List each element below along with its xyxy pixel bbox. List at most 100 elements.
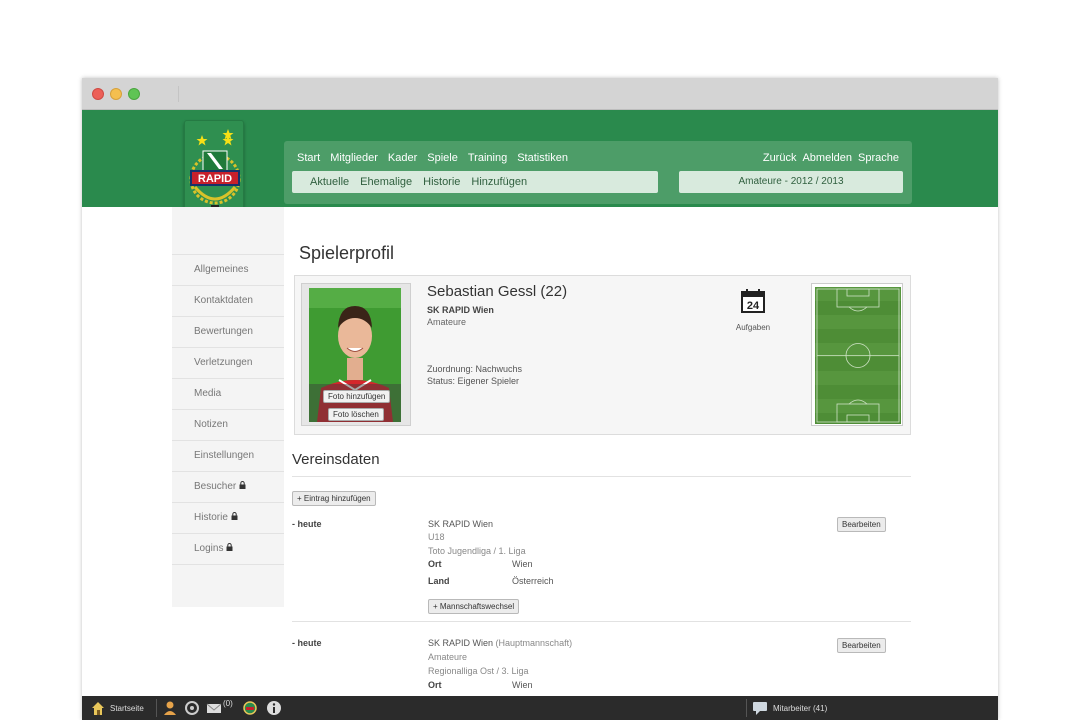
entry-club-name: SK RAPID Wien	[428, 638, 494, 648]
entry-club: SK RAPID Wien	[428, 519, 493, 529]
sidebar-item-label: Historie	[194, 512, 228, 523]
delete-photo-button[interactable]: Foto löschen	[328, 408, 384, 421]
entry-club-suffix: (Hauptmannschaft)	[493, 638, 573, 648]
entry-team: Amateure	[428, 652, 468, 662]
entry-ort-value: Wien	[512, 680, 533, 690]
sidebar-item-label: Einstellungen	[194, 450, 255, 461]
chat-icon[interactable]	[752, 700, 768, 716]
player-photo-frame: Foto hinzufügen Foto löschen	[301, 283, 411, 426]
taskbar-divider	[156, 699, 157, 717]
taskbar-divider	[746, 699, 747, 717]
entry-league: Regionalliga Ost / 3. Liga	[428, 666, 529, 676]
main-navigation: Start Mitglieder Kader Spiele Training S…	[284, 141, 912, 204]
maximize-window-button[interactable]	[128, 88, 140, 100]
sidebar-item-allgemeines[interactable]: Allgemeines	[172, 254, 284, 285]
nav-sprache[interactable]: Sprache	[858, 152, 899, 164]
nav-main-menu: Start Mitglieder Kader Spiele Training S…	[297, 152, 568, 164]
player-team-type: Amateure	[427, 317, 467, 327]
sidebar-item-label: Notizen	[194, 419, 228, 430]
player-name: Sebastian Gessl (22)	[427, 283, 568, 300]
calendar-day: 24	[747, 300, 760, 312]
subnav-hinzufuegen[interactable]: Hinzufügen	[471, 176, 527, 188]
nav-start[interactable]: Start	[297, 152, 320, 164]
sidebar-item-label: Bewertungen	[194, 326, 253, 337]
tasks-label[interactable]: Aufgaben	[725, 323, 781, 332]
add-entry-button[interactable]: + Eintrag hinzufügen	[292, 491, 376, 506]
sidebar-item-media[interactable]: Media	[172, 378, 284, 409]
lock-icon	[226, 543, 233, 551]
titlebar-divider	[178, 86, 179, 102]
player-assignment: Zuordnung: Nachwuchs	[427, 364, 523, 374]
sidebar-item-label: Kontaktdaten	[194, 295, 253, 306]
home-icon[interactable]	[90, 700, 106, 716]
lock-icon	[231, 512, 238, 520]
section-divider	[292, 476, 911, 477]
nav-abmelden[interactable]: Abmelden	[802, 152, 852, 164]
calendar-icon[interactable]: 24	[740, 288, 766, 314]
sidebar-item-besucher[interactable]: Besucher	[172, 471, 284, 502]
edit-entry-button[interactable]: Bearbeiten	[837, 638, 886, 653]
sidebar-item-verletzungen[interactable]: Verletzungen	[172, 347, 284, 378]
window-titlebar	[82, 78, 998, 110]
position-pitch[interactable]	[811, 283, 903, 426]
nav-zurueck[interactable]: Zurück	[763, 152, 797, 164]
mail-icon[interactable]	[206, 700, 222, 716]
entry-club-name: SK RAPID Wien	[428, 519, 494, 529]
sidebar-item-label: Logins	[194, 543, 224, 554]
sidebar-item-notizen[interactable]: Notizen	[172, 409, 284, 440]
section-title-vereinsdaten: Vereinsdaten	[292, 451, 380, 468]
player-profile-card: Foto hinzufügen Foto löschen Sebastian G…	[294, 275, 911, 435]
entry-club: SK RAPID Wien (Hauptmannschaft)	[428, 638, 572, 648]
lock-icon	[239, 481, 246, 489]
info-icon[interactable]	[266, 700, 282, 716]
subnav-historie[interactable]: Historie	[423, 176, 460, 188]
nav-training[interactable]: Training	[468, 152, 507, 164]
user-icon[interactable]	[162, 700, 178, 716]
subnav-bar: Aktuelle Ehemalige Historie Hinzufügen	[292, 171, 658, 193]
subnav-ehemalige[interactable]: Ehemalige	[360, 176, 412, 188]
home-link[interactable]: Startseite	[110, 704, 144, 713]
entry-land-value: Österreich	[512, 576, 554, 586]
minimize-window-button[interactable]	[110, 88, 122, 100]
entry-ort-label: Ort	[428, 559, 442, 569]
sidebar-item-einstellungen[interactable]: Einstellungen	[172, 440, 284, 471]
season-selector[interactable]: Amateure - 2012 / 2013	[679, 171, 903, 193]
entry-ort-value: Wien	[512, 559, 533, 569]
subnav-aktuelle[interactable]: Aktuelle	[310, 176, 349, 188]
sidebar-item-historie[interactable]: Historie	[172, 502, 284, 533]
page-title: Spielerprofil	[299, 243, 395, 263]
entry-league: Toto Jugendliga / 1. Liga	[428, 546, 526, 556]
staff-link[interactable]: Mitarbeiter (41)	[773, 704, 827, 713]
add-photo-button[interactable]: Foto hinzufügen	[323, 390, 391, 403]
player-status: Status: Eigener Spieler	[427, 376, 520, 386]
nav-mitglieder[interactable]: Mitglieder	[330, 152, 378, 164]
nav-statistiken[interactable]: Statistiken	[517, 152, 568, 164]
sidebar-item-bewertungen[interactable]: Bewertungen	[172, 316, 284, 347]
profile-sidebar: Allgemeines Kontaktdaten Bewertungen Ver…	[172, 207, 284, 607]
browser-window: RAPID Start Mitglieder Kader Spiele Trai…	[82, 78, 998, 720]
bottom-taskbar: Startseite (0) Mitarbeiter (41)	[82, 696, 998, 720]
sidebar-item-label: Media	[194, 388, 222, 399]
entry-land-label: Land	[428, 576, 450, 586]
team-change-button[interactable]: + Mannschaftswechsel	[428, 599, 520, 614]
nav-right-menu: Zurück Abmelden Sprache	[763, 152, 899, 164]
entry-ort-label: Ort	[428, 680, 442, 690]
edit-entry-button[interactable]: Bearbeiten	[837, 517, 886, 532]
logo-text: RAPID	[198, 173, 232, 185]
sidebar-item-logins[interactable]: Logins	[172, 533, 284, 565]
player-photo: Foto hinzufügen Foto löschen	[309, 288, 401, 422]
sidebar-item-kontaktdaten[interactable]: Kontaktdaten	[172, 285, 284, 316]
close-window-button[interactable]	[92, 88, 104, 100]
nav-spiele[interactable]: Spiele	[427, 152, 458, 164]
entry-divider	[292, 621, 911, 622]
mail-count: (0)	[223, 699, 233, 708]
entry-team: U18	[428, 532, 445, 542]
entry-period: - heute	[292, 638, 322, 648]
club-badge-icon[interactable]	[242, 700, 258, 716]
sidebar-item-label: Allgemeines	[194, 264, 249, 275]
sidebar-item-label: Besucher	[194, 481, 237, 492]
nav-kader[interactable]: Kader	[388, 152, 417, 164]
settings-icon[interactable]	[184, 700, 200, 716]
player-club: SK RAPID Wien	[427, 305, 494, 315]
sidebar-item-label: Verletzungen	[194, 357, 253, 368]
